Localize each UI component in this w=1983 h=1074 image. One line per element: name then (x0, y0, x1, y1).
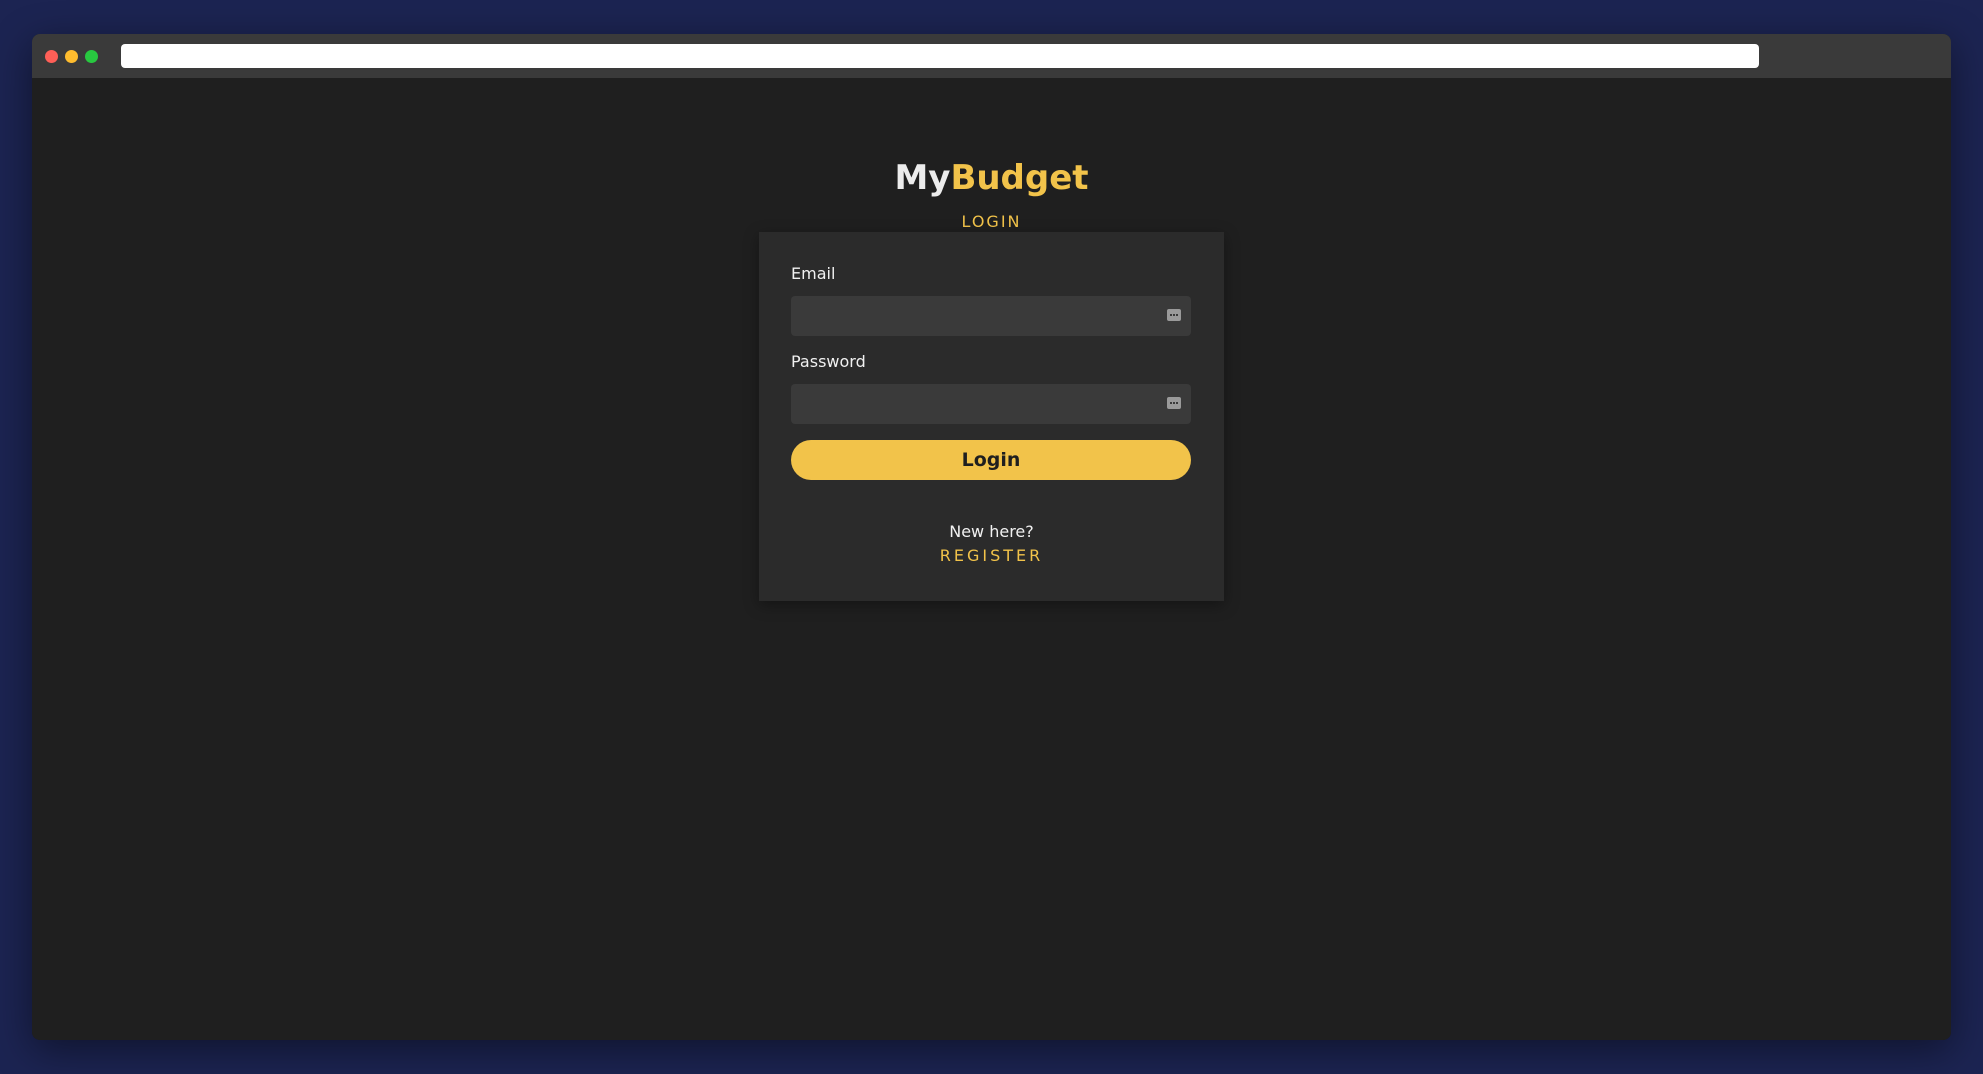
browser-titlebar (32, 34, 1951, 78)
email-field-wrapper (791, 296, 1191, 336)
brand-logo: MyBudget (32, 158, 1951, 198)
keyboard-icon[interactable] (1167, 309, 1181, 321)
password-field-wrapper (791, 384, 1191, 424)
page-subtitle: LOGIN (961, 212, 1022, 231)
maximize-window-button[interactable] (85, 50, 98, 63)
keyboard-icon[interactable] (1167, 397, 1181, 409)
login-button[interactable]: Login (791, 440, 1191, 480)
address-bar[interactable] (121, 44, 1759, 68)
email-input[interactable] (791, 296, 1191, 336)
login-card: Email Password Login New here? REGISTER (759, 232, 1224, 601)
browser-window: MyBudget LOGIN Email Password Login New … (32, 34, 1951, 1040)
minimize-window-button[interactable] (65, 50, 78, 63)
new-here-text: New here? (949, 522, 1034, 541)
email-label: Email (791, 264, 836, 283)
brand-text-my: My (894, 158, 951, 198)
close-window-button[interactable] (45, 50, 58, 63)
page-content: MyBudget LOGIN Email Password Login New … (32, 78, 1951, 1040)
password-label: Password (791, 352, 866, 371)
register-link[interactable]: REGISTER (759, 546, 1224, 566)
password-input[interactable] (791, 384, 1191, 424)
brand-text-budget: Budget (950, 158, 1089, 198)
